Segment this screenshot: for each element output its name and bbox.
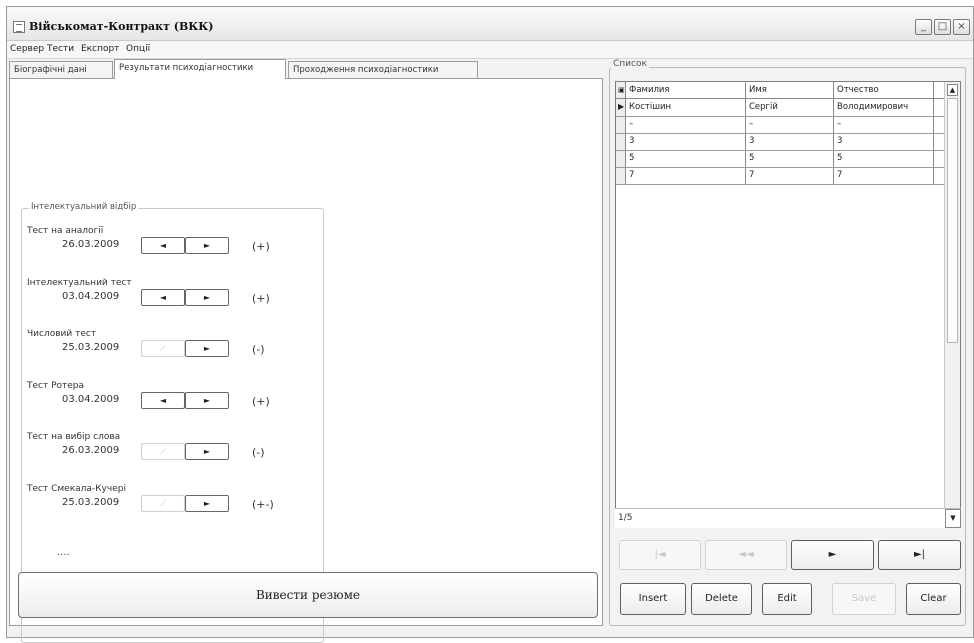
table-cell[interactable]: – <box>835 117 934 131</box>
table-cell[interactable]: 7 <box>627 168 745 182</box>
test-result: (-) <box>252 343 265 356</box>
grid-vertical-scrollbar[interactable]: ▲ <box>944 82 960 527</box>
test-intellectual: Інтелектуальний тест 03.04.2009 ◄ ► (+) <box>27 278 270 306</box>
test-name: Тест на вибір слова <box>27 432 121 442</box>
test-date: 25.03.2009 <box>62 497 120 508</box>
table-cell[interactable]: 5 <box>747 151 833 165</box>
results-panel: Інтелектуальний відбір Тест на аналогії … <box>9 78 603 643</box>
test-date: 26.03.2009 <box>62 445 120 456</box>
tab-diagnostic-progress[interactable]: Проходження психодіагностики <box>288 61 478 79</box>
menu-options[interactable]: Опції <box>126 44 150 54</box>
grid-status-bar: 1/5 ▼ <box>615 508 961 528</box>
prev-result-button[interactable]: ⟋ <box>141 443 185 460</box>
prev-result-button[interactable]: ⟋ <box>141 340 185 357</box>
test-nav: ◄ ► <box>141 392 229 409</box>
record-counter: 1/5 <box>618 513 633 523</box>
scroll-down-icon[interactable]: ▼ <box>945 509 961 528</box>
test-nav: ◄ ► <box>141 289 229 306</box>
test-result: (+) <box>252 240 270 253</box>
table-cell[interactable]: – <box>747 117 833 131</box>
test-nav: ◄ ► <box>141 237 229 254</box>
minimize-button[interactable]: _ <box>915 19 932 35</box>
title-bar: Військомат-Контракт (ВКК) _ □ × <box>7 7 973 41</box>
test-numeric: Числовий тест 25.03.2009 ⟋ ► (-) <box>27 329 265 357</box>
test-name: Інтелектуальний тест <box>27 278 132 288</box>
table-cell[interactable]: 3 <box>835 134 934 148</box>
test-result: (+) <box>252 292 270 305</box>
select-all-icon[interactable]: ▣ <box>616 83 626 97</box>
table-cell[interactable]: 3 <box>627 134 745 148</box>
table-cell[interactable]: – <box>627 117 745 131</box>
table-cell[interactable]: 5 <box>835 151 934 165</box>
test-name: Числовий тест <box>27 329 97 339</box>
table-cell[interactable]: Сергій <box>747 100 833 114</box>
table-cell[interactable]: Володимирович <box>835 100 934 114</box>
tab-diagnostic-results[interactable]: Результати психодіагностики <box>114 59 286 79</box>
menu-export[interactable]: Експорт <box>81 44 119 54</box>
test-name: Тест Ротера <box>27 381 85 391</box>
test-nav: ⟋ ► <box>141 495 229 512</box>
next-record-button[interactable]: ► <box>791 540 874 570</box>
next-result-button[interactable]: ► <box>185 495 229 512</box>
app-icon <box>13 21 25 33</box>
test-date: 26.03.2009 <box>62 239 120 250</box>
menu-bar: Сервер Тести Експорт Опції <box>7 41 973 59</box>
test-result: (+) <box>252 395 270 408</box>
next-result-button[interactable]: ► <box>185 443 229 460</box>
menu-tests[interactable]: Тести <box>47 44 74 54</box>
scroll-up-icon[interactable]: ▲ <box>947 84 958 96</box>
table-cell[interactable]: 3 <box>747 134 833 148</box>
person-grid[interactable]: ▣ Фамилия Имя Отчество ▶ Костішин Сергій… <box>615 81 961 528</box>
next-result-button[interactable]: ► <box>185 237 229 254</box>
table-cell[interactable]: 7 <box>835 168 934 182</box>
test-nav: ⟋ ► <box>141 340 229 357</box>
close-button[interactable]: × <box>953 19 970 35</box>
prev-result-button[interactable]: ◄ <box>141 237 185 254</box>
menu-server[interactable]: Сервер <box>10 44 44 54</box>
test-date: 03.04.2009 <box>62 291 120 302</box>
test-rotter: Тест Ротера 03.04.2009 ◄ ► (+) <box>27 381 270 409</box>
column-name[interactable]: Имя <box>747 83 833 97</box>
test-result: (+-) <box>252 498 274 511</box>
test-name: Тест на аналогії <box>27 226 104 236</box>
window-title: Військомат-Контракт (ВКК) <box>29 20 214 33</box>
delete-button[interactable]: Delete <box>691 583 752 615</box>
test-analogies: Тест на аналогії 26.03.2009 ◄ ► (+) <box>27 226 270 254</box>
next-result-button[interactable]: ► <box>185 289 229 306</box>
clear-button[interactable]: Clear <box>906 583 961 615</box>
group-legend: Інтелектуальний відбір <box>29 202 139 212</box>
test-nav: ⟋ ► <box>141 443 229 460</box>
grid-header: ▣ Фамилия Имя Отчество <box>616 82 944 99</box>
save-button[interactable]: Save <box>832 583 896 615</box>
print-resume-button[interactable]: Вивести резюме <box>18 572 598 618</box>
prev-result-button[interactable]: ◄ <box>141 289 185 306</box>
test-smekal-kucher: Тест Смекала-Кучері 25.03.2009 ⟋ ► (+-) <box>27 484 274 512</box>
edit-button[interactable]: Edit <box>762 583 812 615</box>
test-date: 03.04.2009 <box>62 394 120 405</box>
grid-line <box>616 184 944 185</box>
tab-biographical-data[interactable]: Біографічні дані <box>9 61 113 79</box>
scroll-thumb[interactable] <box>947 98 958 343</box>
test-name: Тест Смекала-Кучері <box>27 484 126 494</box>
column-surname[interactable]: Фамилия <box>627 83 745 97</box>
insert-button[interactable]: Insert <box>620 583 686 615</box>
table-cell[interactable]: 5 <box>627 151 745 165</box>
list-legend: Список <box>611 59 649 69</box>
current-row-marker-icon: ▶ <box>618 102 625 111</box>
test-word-choice: Тест на вибір слова 26.03.2009 ⟋ ► (-) <box>27 432 265 460</box>
test-result: (-) <box>252 446 265 459</box>
table-cell[interactable]: Костішин <box>627 100 745 114</box>
more-tests-ellipsis: .... <box>57 547 70 558</box>
next-result-button[interactable]: ► <box>185 392 229 409</box>
table-cell[interactable]: 7 <box>747 168 833 182</box>
prev-record-button[interactable]: ◄◄ <box>705 540 787 570</box>
test-date: 25.03.2009 <box>62 342 120 353</box>
prev-result-button[interactable]: ◄ <box>141 392 185 409</box>
first-record-button[interactable]: |◄ <box>619 540 701 570</box>
maximize-button[interactable]: □ <box>934 19 951 35</box>
next-result-button[interactable]: ► <box>185 340 229 357</box>
last-record-button[interactable]: ►| <box>878 540 961 570</box>
column-patronymic[interactable]: Отчество <box>835 83 934 97</box>
prev-result-button[interactable]: ⟋ <box>141 495 185 512</box>
